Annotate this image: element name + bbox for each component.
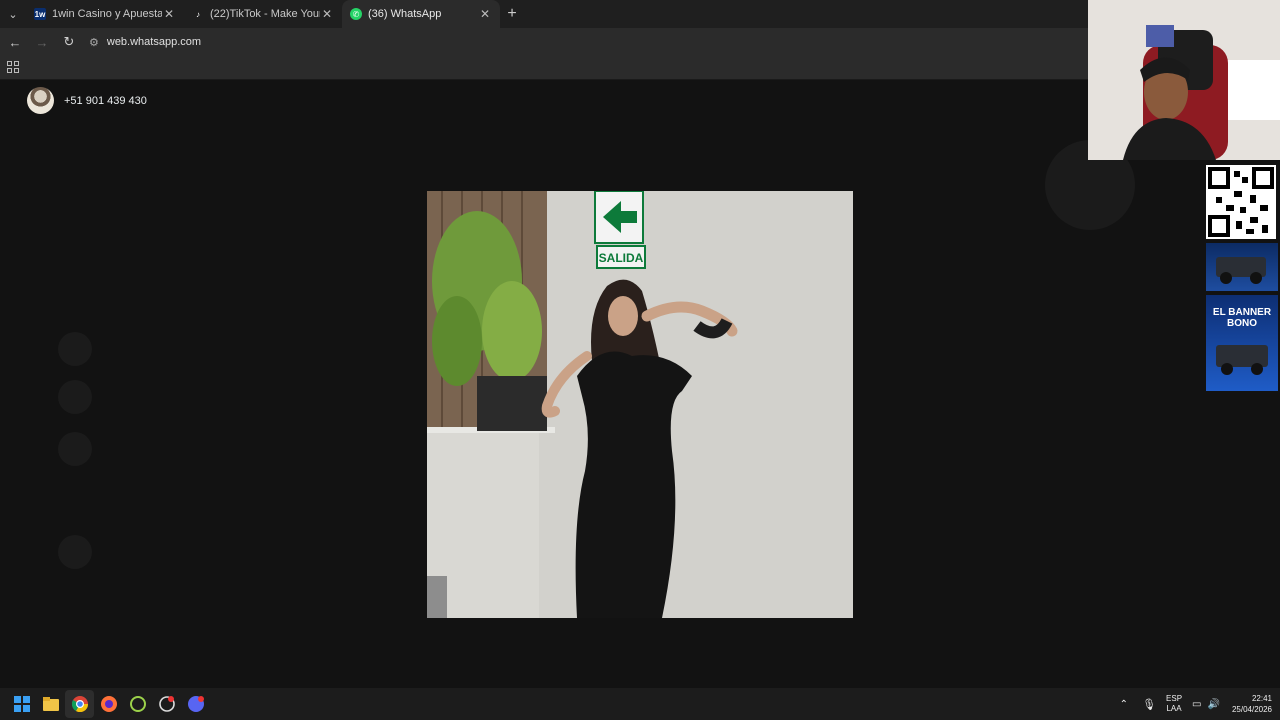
site-info-icon[interactable]: ⚙ — [89, 36, 99, 49]
webcam-overlay — [1088, 0, 1280, 160]
xbox-icon[interactable] — [123, 690, 152, 718]
bookmarks-bar — [0, 56, 1088, 80]
lang-line2: LAA — [1166, 704, 1182, 713]
chat-avatar-shadow — [58, 432, 92, 466]
tab-strip: ⌄ 1w 1win Casino y Apuestas Deporti ✕ ♪ … — [0, 0, 1088, 28]
apps-grid-icon[interactable] — [7, 61, 19, 73]
new-tab-button[interactable]: + — [500, 5, 524, 23]
windows-taskbar: ⌃ 🎙 ESP LAA ▭ 🔊 22:41 25/04/2026 — [0, 688, 1280, 720]
forward-arrow-icon[interactable]: → — [30, 30, 54, 54]
1win-icon: 1w — [34, 8, 46, 20]
close-icon[interactable]: ✕ — [320, 7, 334, 21]
close-icon[interactable]: ✕ — [478, 7, 492, 21]
file-explorer-icon[interactable] — [36, 690, 65, 718]
clock[interactable]: 22:41 25/04/2026 — [1232, 693, 1272, 715]
lang-line1: ESP — [1166, 694, 1183, 703]
tab-whatsapp[interactable]: ✆ (36) WhatsApp ✕ — [342, 0, 500, 28]
avatar — [27, 87, 54, 114]
clock-time: 22:41 — [1251, 694, 1272, 703]
sender-number: +51 901 439 430 — [64, 94, 147, 107]
webcam-illustration — [1088, 0, 1280, 160]
tab-title: (36) WhatsApp — [368, 8, 442, 20]
stream-ads-column: EL BANNER BONO — [1206, 165, 1280, 391]
tab-title: (22)TikTok - Make Your Day — [210, 8, 320, 20]
chevron-up-icon[interactable]: ⌃ — [1120, 699, 1128, 710]
chat-avatar-shadow — [58, 535, 92, 569]
qr-code — [1206, 165, 1276, 239]
whatsapp-icon: ✆ — [350, 8, 362, 20]
back-arrow-icon[interactable]: ← — [3, 30, 27, 54]
photo-illustration: SALIDA — [427, 191, 853, 618]
chat-avatar-shadow — [58, 380, 92, 414]
clock-date: 25/04/2026 — [1231, 705, 1272, 714]
url-text: web.whatsapp.com — [106, 36, 202, 48]
sender-info[interactable]: +51 901 439 430 — [27, 87, 147, 114]
system-tray: ⌃ 🎙 ESP LAA ▭ 🔊 22:41 25/04/2026 — [1120, 688, 1272, 720]
media-photo: SALIDA — [427, 191, 853, 618]
close-icon[interactable]: ✕ — [162, 7, 176, 21]
windows-start-icon[interactable] — [7, 690, 36, 718]
tab-title: 1win Casino y Apuestas Deporti — [52, 8, 162, 20]
tiktok-icon: ♪ — [196, 9, 200, 19]
firefox-icon[interactable] — [94, 690, 123, 718]
browser-toolbar: ← → ↻ ⚙ web.whatsapp.com — [0, 28, 1088, 56]
tab-1win[interactable]: 1w 1win Casino y Apuestas Deporti ✕ — [26, 0, 184, 28]
network-icon[interactable]: ▭ — [1192, 699, 1201, 710]
volume-icon[interactable]: 🔊 — [1208, 699, 1220, 710]
sign-text: SALIDA — [599, 251, 644, 265]
tab-tiktok[interactable]: ♪ (22)TikTok - Make Your Day ✕ — [184, 0, 342, 28]
language-indicator[interactable]: ESP LAA — [1166, 694, 1182, 714]
discord-icon[interactable] — [181, 690, 210, 718]
steam-icon[interactable] — [152, 690, 181, 718]
address-bar[interactable]: ⚙ web.whatsapp.com — [89, 31, 1080, 53]
reload-icon[interactable]: ↻ — [57, 30, 81, 54]
promo-banner-bono: EL BANNER BONO — [1206, 295, 1278, 391]
chrome-icon[interactable] — [65, 690, 94, 718]
tab-search-chevron-icon[interactable]: ⌄ — [0, 0, 26, 28]
chat-avatar-shadow — [58, 332, 92, 366]
promo-banner-truck — [1206, 243, 1278, 291]
microphone-icon[interactable]: 🎙 — [1142, 698, 1156, 711]
